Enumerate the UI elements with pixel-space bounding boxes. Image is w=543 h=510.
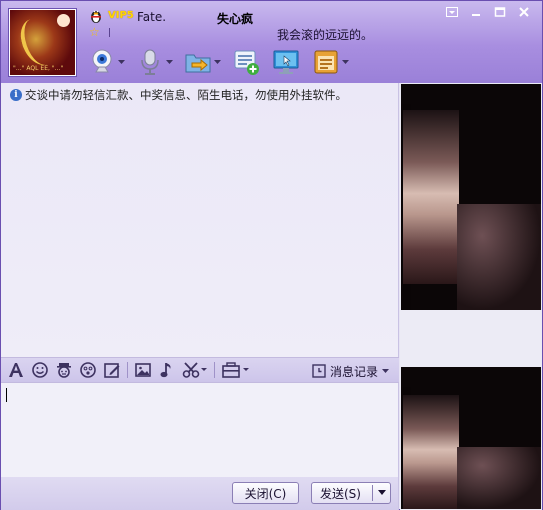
shake-icon[interactable] [79, 360, 97, 380]
bottom-bar: 关闭(C) 发送(S) [1, 477, 399, 510]
tool-video[interactable] [87, 45, 125, 79]
maximize-icon[interactable] [490, 5, 510, 19]
chevron-down-icon[interactable] [382, 369, 389, 373]
chevron-down-icon[interactable] [378, 490, 386, 495]
close-button[interactable]: 关闭(C) [232, 482, 299, 504]
profile-panel [400, 83, 542, 510]
tool-group-chat[interactable] [231, 45, 261, 79]
star-icon[interactable]: ☆ [89, 26, 100, 38]
info-icon: i [10, 89, 22, 101]
avatar[interactable]: "…" AQL EE, "…" [9, 9, 76, 76]
folder-send-icon[interactable] [183, 47, 213, 77]
main-toolbar [87, 45, 359, 79]
clock-icon [312, 364, 326, 378]
chevron-down-icon[interactable] [117, 47, 125, 77]
contact-remark[interactable]: 失心疯 [217, 10, 253, 27]
chevron-down-icon[interactable] [341, 47, 349, 77]
send-file-icon[interactable] [221, 360, 251, 380]
create-group-icon[interactable] [231, 47, 261, 77]
tool-file-transfer[interactable] [183, 45, 221, 79]
send-button[interactable]: 发送(S) [311, 482, 391, 504]
photo-shape [457, 447, 541, 509]
tool-app-box[interactable] [311, 45, 349, 79]
close-button-label: 关闭(C) [244, 486, 287, 501]
screenshot-icon[interactable] [182, 360, 208, 380]
contact-signature: 我会滚的远远的。 [277, 28, 374, 42]
webcam-icon[interactable] [87, 47, 117, 77]
avatar-sun-shape [57, 14, 70, 27]
avatar-caption: "…" AQL EE, "…" [13, 65, 64, 72]
tool-voice[interactable] [135, 45, 173, 79]
security-notice: i 交谈中请勿轻信汇款、中奖信息、陌生电话，勿使用外挂软件。 [10, 87, 347, 103]
photo-shape [403, 395, 459, 509]
close-icon[interactable] [514, 5, 534, 19]
remote-desktop-icon[interactable] [271, 47, 301, 77]
window-controls [442, 5, 534, 19]
text-caret [6, 388, 7, 402]
app-box-icon[interactable] [311, 47, 341, 77]
emoji-icon[interactable] [31, 360, 49, 380]
chat-window: "…" AQL EE, "…" VIP5 Fate. 失心疯 ☆ 我会滚的远远的… [0, 0, 543, 510]
toolbar-divider [127, 362, 128, 378]
contact-show-image[interactable] [401, 84, 541, 310]
magic-face-icon[interactable] [55, 360, 73, 380]
image-icon[interactable] [134, 360, 152, 380]
send-split-divider [372, 485, 373, 501]
handwriting-icon[interactable] [103, 360, 121, 380]
header-divider [109, 28, 110, 37]
header: "…" AQL EE, "…" VIP5 Fate. 失心疯 ☆ 我会滚的远远的… [1, 1, 542, 83]
photo-shape [457, 204, 541, 310]
minimize-icon[interactable] [466, 5, 486, 19]
chevron-down-icon[interactable] [165, 47, 173, 77]
message-log-button[interactable]: 消息记录 [312, 361, 389, 381]
microphone-icon[interactable] [135, 47, 165, 77]
send-button-label: 发送(S) [320, 486, 361, 501]
vip-badge[interactable]: VIP5 [108, 10, 134, 21]
photo-shape [403, 110, 459, 284]
contact-nickname[interactable]: Fate. [137, 10, 166, 24]
chat-history[interactable]: i 交谈中请勿轻信汇款、中奖信息、陌生电话，勿使用外挂软件。 [1, 83, 399, 357]
my-show-image[interactable] [401, 367, 541, 509]
chevron-down-icon[interactable] [213, 47, 221, 77]
qq-penguin-icon [91, 10, 101, 23]
message-log-label: 消息记录 [329, 364, 378, 379]
tool-remote-assist[interactable] [271, 45, 301, 79]
message-input[interactable] [1, 383, 399, 477]
format-toolbar: 消息记录 [1, 357, 399, 383]
music-icon[interactable] [158, 360, 176, 380]
chevron-down-icon[interactable] [442, 5, 462, 19]
font-icon[interactable] [7, 360, 25, 380]
toolbar-divider [214, 362, 215, 378]
security-notice-text: 交谈中请勿轻信汇款、中奖信息、陌生电话，勿使用外挂软件。 [25, 88, 347, 102]
